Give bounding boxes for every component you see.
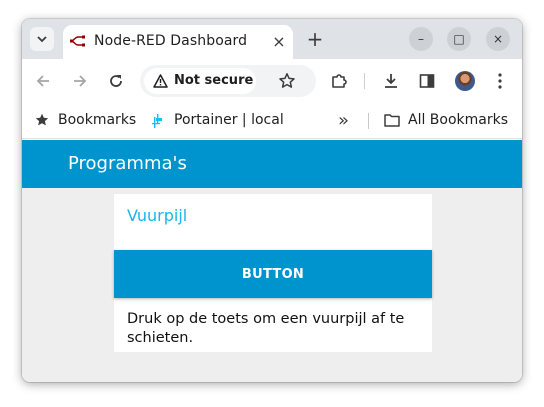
warning-icon (153, 74, 168, 88)
page-content: Programma's Vuurpijl BUTTON Druk op de t… (22, 140, 522, 382)
download-icon (385, 74, 397, 88)
fire-rocket-button[interactable]: BUTTON (114, 250, 432, 298)
portainer-icon (150, 112, 166, 128)
minimize-icon: – (418, 32, 424, 46)
all-bookmarks-label: All Bookmarks (408, 112, 509, 128)
tab-node-red-dashboard[interactable]: Node-RED Dashboard × (63, 25, 293, 59)
toolbar-separator (364, 73, 365, 89)
kebab-menu-icon (498, 73, 502, 89)
security-label: Not secure (174, 73, 254, 88)
address-bar[interactable]: Not secure (140, 65, 316, 97)
puzzle-icon (332, 74, 347, 88)
bookmark-star-button[interactable] (276, 70, 298, 92)
tab-strip: Node-RED Dashboard × + – □ × (22, 19, 522, 59)
star-outline-icon (279, 73, 295, 88)
bookmarks-bar: Bookmarks Portainer | local » All Bookma (22, 103, 522, 139)
card-title: Vuurpijl (127, 206, 188, 225)
browser-toolbar: Not secure (22, 59, 522, 103)
arrow-left-icon (36, 75, 49, 87)
bookmark-label: Portainer | local (174, 112, 284, 128)
chevron-down-icon (37, 36, 47, 43)
profile-avatar[interactable] (455, 71, 475, 91)
reload-icon (110, 75, 122, 87)
side-panel-button[interactable] (416, 70, 438, 92)
dashboard-header: Programma's (22, 140, 522, 188)
extensions-button[interactable] (328, 70, 350, 92)
close-window-button[interactable]: × (486, 27, 510, 51)
minimize-button[interactable]: – (409, 27, 433, 51)
bookmark-portainer[interactable]: Portainer | local (150, 110, 284, 130)
forward-button[interactable] (69, 70, 91, 92)
folder-icon (384, 112, 400, 128)
menu-button[interactable] (489, 70, 511, 92)
reload-button[interactable] (105, 70, 127, 92)
tab-close-icon[interactable]: × (270, 32, 288, 51)
card-description: Druk op de toets om een vuurpijl af te s… (127, 311, 405, 346)
bookmarks-overflow-button[interactable]: » (338, 110, 349, 131)
back-button[interactable] (32, 70, 54, 92)
tab-title: Node-RED Dashboard (94, 33, 248, 49)
bookmark-bookmarks[interactable]: Bookmarks (34, 110, 136, 130)
tab-search-button[interactable] (30, 27, 54, 51)
downloads-button[interactable] (380, 70, 402, 92)
maximize-icon: □ (453, 32, 465, 46)
node-red-favicon-icon (70, 35, 85, 47)
new-tab-button[interactable]: + (304, 27, 326, 51)
vuurpijl-card: Vuurpijl BUTTON Druk op de toets om een … (114, 194, 432, 352)
side-panel-icon (419, 74, 435, 88)
arrow-right-icon (74, 75, 87, 87)
page-title: Programma's (68, 153, 187, 174)
bookmarks-separator (368, 113, 369, 129)
all-bookmarks-button[interactable]: All Bookmarks (384, 110, 508, 130)
security-chip[interactable]: Not secure (144, 68, 256, 94)
browser-window: Node-RED Dashboard × + – □ × Not secure … (22, 19, 522, 382)
close-icon: × (492, 32, 504, 46)
star-icon (34, 112, 50, 128)
maximize-button[interactable]: □ (447, 27, 471, 51)
bookmark-label: Bookmarks (58, 112, 137, 128)
